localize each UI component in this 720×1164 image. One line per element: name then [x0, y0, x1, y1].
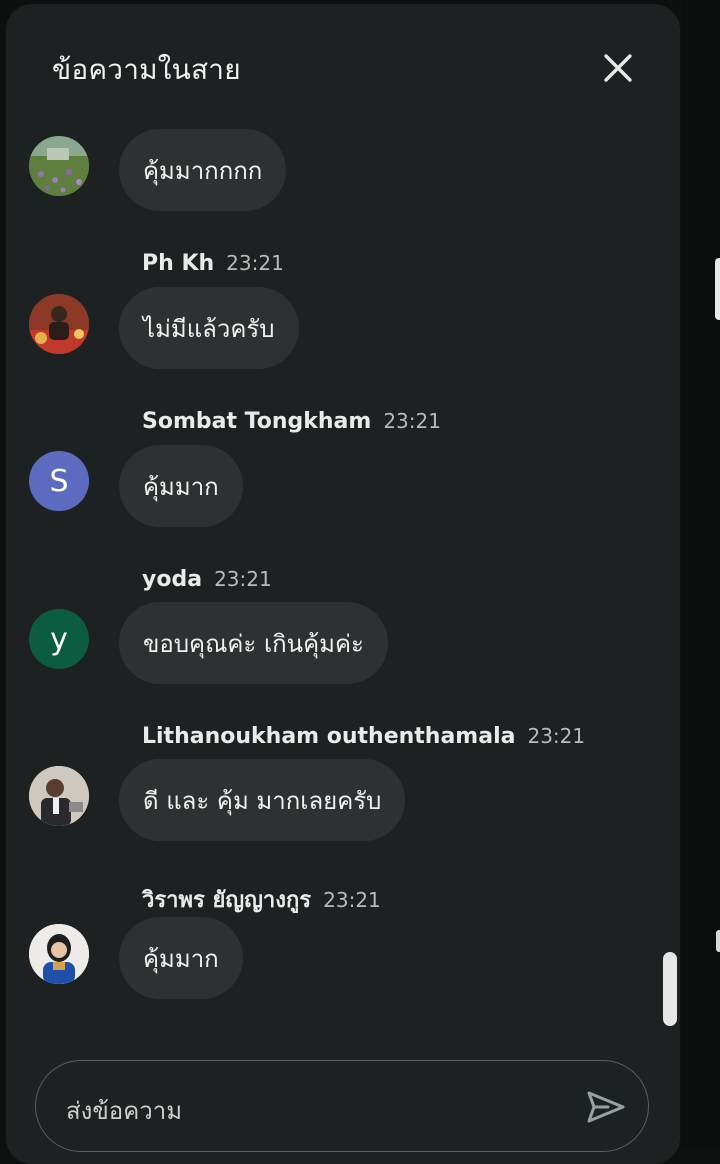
close-icon [604, 54, 632, 82]
message-time: 23:21 [323, 888, 381, 912]
message-input-placeholder[interactable]: ส่งข้อความ [66, 1091, 182, 1130]
edge-highlight [716, 930, 720, 952]
message-meta: Lithanoukham outhenthamala 23:21 [142, 724, 585, 749]
author-name[interactable]: yoda [142, 567, 202, 592]
message-time: 23:21 [214, 567, 272, 591]
message-composer[interactable]: ส่งข้อความ [35, 1060, 649, 1152]
background-edge [682, 0, 720, 1148]
user-avatar[interactable] [29, 766, 89, 826]
person-photo-avatar [29, 294, 89, 354]
panel-title: ข้อความในสาย [52, 53, 241, 86]
author-name[interactable]: วิราพร ยัญญางกูร [142, 888, 311, 913]
message-bubble: คุ้มมาก [119, 917, 243, 999]
message-time: 23:21 [527, 724, 586, 748]
message-bubble: ดี และ คุ้ม มากเลยครับ [119, 759, 406, 841]
message-bubble: ไม่มีแล้วครับ [119, 287, 299, 369]
send-icon [587, 1091, 625, 1123]
message-bubble: ขอบคุณค่ะ เกินคุ้มค่ะ [119, 602, 388, 684]
message-meta: Ph Kh 23:21 [142, 251, 284, 276]
person-photo-avatar [29, 766, 89, 826]
user-avatar[interactable] [29, 136, 89, 196]
author-name[interactable]: Ph Kh [142, 251, 214, 276]
letter-avatar[interactable]: S [29, 451, 89, 511]
letter-avatar[interactable]: y [29, 609, 89, 669]
message-time: 23:21 [383, 409, 441, 433]
message-meta: วิราพร ยัญญางกูร 23:21 [142, 882, 381, 917]
user-avatar[interactable] [29, 924, 89, 984]
person-photo-avatar [29, 924, 89, 984]
message-meta: yoda 23:21 [142, 567, 272, 592]
send-button[interactable] [584, 1085, 628, 1129]
chat-scrollbar[interactable] [663, 952, 677, 1026]
live-chat-panel: ข้อความในสาย คุ้มมากกกก Ph Kh 23:21 ไม่ม… [6, 4, 680, 1164]
message-bubble: คุ้มมาก [119, 445, 243, 527]
flower-field-avatar [29, 136, 89, 196]
message-meta: Sombat Tongkham 23:21 [142, 409, 441, 434]
author-name[interactable]: Sombat Tongkham [142, 409, 371, 434]
author-name[interactable]: Lithanoukham outhenthamala [142, 724, 515, 749]
close-button[interactable] [596, 46, 640, 90]
message-bubble: คุ้มมากกกก [119, 129, 287, 211]
message-time: 23:21 [226, 251, 284, 275]
avatar-letter: y [50, 621, 68, 657]
user-avatar[interactable] [29, 294, 89, 354]
avatar-letter: S [49, 463, 69, 499]
edge-highlight [715, 258, 720, 320]
